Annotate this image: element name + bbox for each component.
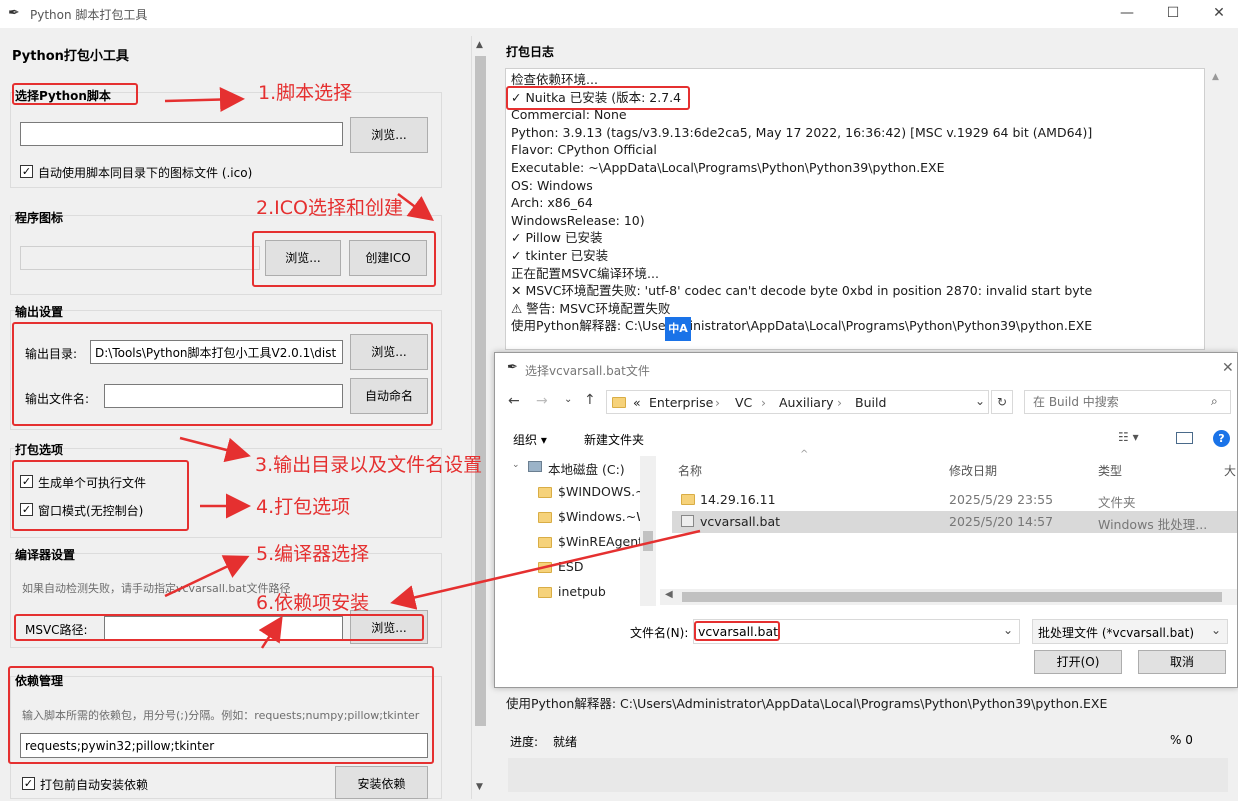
arrow-6 [258,615,283,649]
arrow-5 [164,555,250,598]
arrow-2 [397,193,434,221]
annotation-arrows [164,87,701,649]
arrow-3 [179,436,251,463]
arrow-1 [164,87,245,113]
arrow-vcvarsall [390,529,701,610]
